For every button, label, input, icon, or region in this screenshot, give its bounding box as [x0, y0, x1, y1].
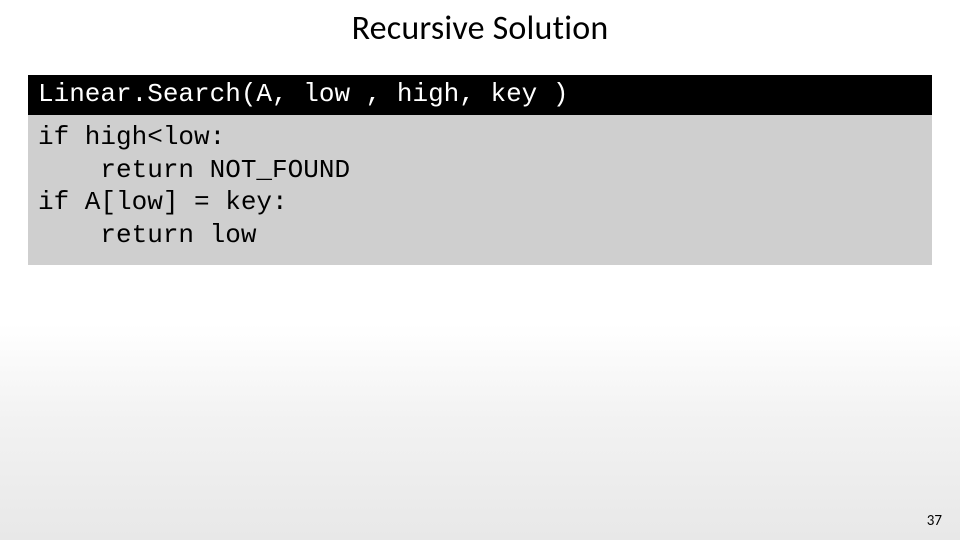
page-number: 37	[927, 512, 942, 530]
code-signature: Linear.Search(A, low , high, key )	[28, 75, 932, 115]
code-body: if high<low: return NOT_FOUND if A[low] …	[28, 115, 932, 265]
code-block: Linear.Search(A, low , high, key ) if hi…	[28, 75, 932, 265]
slide-title: Recursive Solution	[0, 0, 960, 57]
